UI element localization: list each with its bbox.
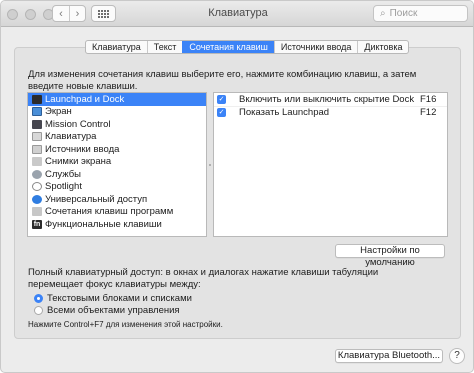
input-sources-icon	[32, 144, 42, 154]
category-label: Клавиатура	[45, 131, 97, 143]
category-label: Spotlight	[45, 181, 82, 193]
preferences-window: ‹ › Клавиатура ⌕ Клавиатура Текст Сочета…	[0, 0, 474, 373]
shortcut-key[interactable]: F16	[420, 94, 436, 105]
tab-dictation[interactable]: Диктовка	[357, 41, 408, 53]
shortcut-checkbox[interactable]: ✓	[217, 94, 226, 104]
category-services[interactable]: Службы	[28, 168, 206, 181]
app-shortcuts-icon	[32, 207, 42, 217]
display-icon	[32, 107, 42, 117]
shortcut-key[interactable]: F12	[420, 107, 436, 118]
category-label: Mission Control	[45, 118, 111, 130]
category-screenshots[interactable]: Снимки экрана	[28, 156, 206, 169]
radio-button[interactable]	[34, 294, 43, 303]
category-label: Launchpad и Dock	[45, 93, 125, 105]
category-label: Сочетания клавиш программ	[45, 206, 174, 218]
toolbar: ‹ › Клавиатура ⌕	[1, 1, 473, 27]
tab-keyboard[interactable]: Клавиатура	[86, 41, 147, 53]
category-keyboard[interactable]: Клавиатура	[28, 131, 206, 144]
bluetooth-keyboard-button[interactable]: Клавиатура Bluetooth...	[335, 349, 443, 363]
category-app-shortcuts[interactable]: Сочетания клавиш программ	[28, 206, 206, 219]
category-label: Функциональные клавиши	[45, 218, 162, 230]
help-button[interactable]: ?	[449, 348, 465, 364]
category-input-sources[interactable]: Источники ввода	[28, 143, 206, 156]
restore-defaults-button[interactable]: Настройки по умолчанию	[335, 244, 445, 268]
category-label: Источники ввода	[45, 143, 120, 155]
radio-label: Всеми объектами управления	[47, 305, 180, 316]
radio-button[interactable]	[34, 306, 43, 315]
category-label: Снимки экрана	[45, 156, 112, 168]
accessibility-icon	[32, 194, 42, 204]
category-launchpad-dock[interactable]: Launchpad и Dock	[28, 93, 206, 106]
shortcut-row[interactable]: ✓ Включить или выключить скрытие Dock F1…	[214, 93, 447, 106]
keyboard-access-hint: Нажмите Control+F7 для изменения этой на…	[28, 320, 223, 329]
category-label: Службы	[45, 168, 81, 180]
spotlight-icon	[32, 182, 42, 192]
category-accessibility[interactable]: Универсальный доступ	[28, 193, 206, 206]
dock-icon	[32, 94, 42, 104]
shortcut-label: Показать Launchpad	[239, 106, 330, 118]
category-spotlight[interactable]: Spotlight	[28, 181, 206, 194]
category-display[interactable]: Экран	[28, 106, 206, 119]
shortcut-label: Включить или выключить скрытие Dock	[239, 93, 415, 105]
category-label: Универсальный доступ	[45, 193, 148, 205]
screenshot-icon	[32, 157, 42, 167]
category-mission-control[interactable]: Mission Control	[28, 118, 206, 131]
shortcut-checkbox[interactable]: ✓	[217, 107, 226, 117]
tab-shortcuts[interactable]: Сочетания клавиш	[182, 41, 274, 53]
shortcut-row[interactable]: ✓ Показать Launchpad F12	[214, 105, 447, 119]
mission-control-icon	[32, 119, 42, 129]
search-input[interactable]	[389, 8, 460, 19]
category-function-keys[interactable]: fn Функциональные клавиши	[28, 218, 206, 231]
shortcuts-list: ✓ Включить или выключить скрытие Dock F1…	[213, 92, 448, 237]
search-icon: ⌕	[380, 8, 386, 19]
tab-text[interactable]: Текст	[146, 41, 183, 53]
tab-input-sources[interactable]: Источники ввода	[273, 41, 357, 53]
keyboard-icon	[32, 132, 42, 142]
category-label: Экран	[45, 106, 72, 118]
shortcut-categories-list: Launchpad и Dock Экран Mission Control К…	[27, 92, 207, 237]
instructions-text: Для изменения сочетания клавиш выберите …	[28, 69, 417, 92]
keyboard-access-text: Полный клавиатурный доступ: в окнах и ди…	[28, 267, 379, 290]
fn-key-icon: fn	[32, 219, 42, 229]
radio-label: Текстовыми блоками и списками	[47, 293, 192, 304]
search-field[interactable]: ⌕	[373, 5, 468, 22]
radio-text-boxes-lists[interactable]: Текстовыми блоками и списками	[34, 293, 192, 304]
radio-all-controls[interactable]: Всеми объектами управления	[34, 305, 180, 316]
services-gear-icon	[32, 169, 42, 179]
tab-bar: Клавиатура Текст Сочетания клавиш Источн…	[85, 40, 410, 54]
